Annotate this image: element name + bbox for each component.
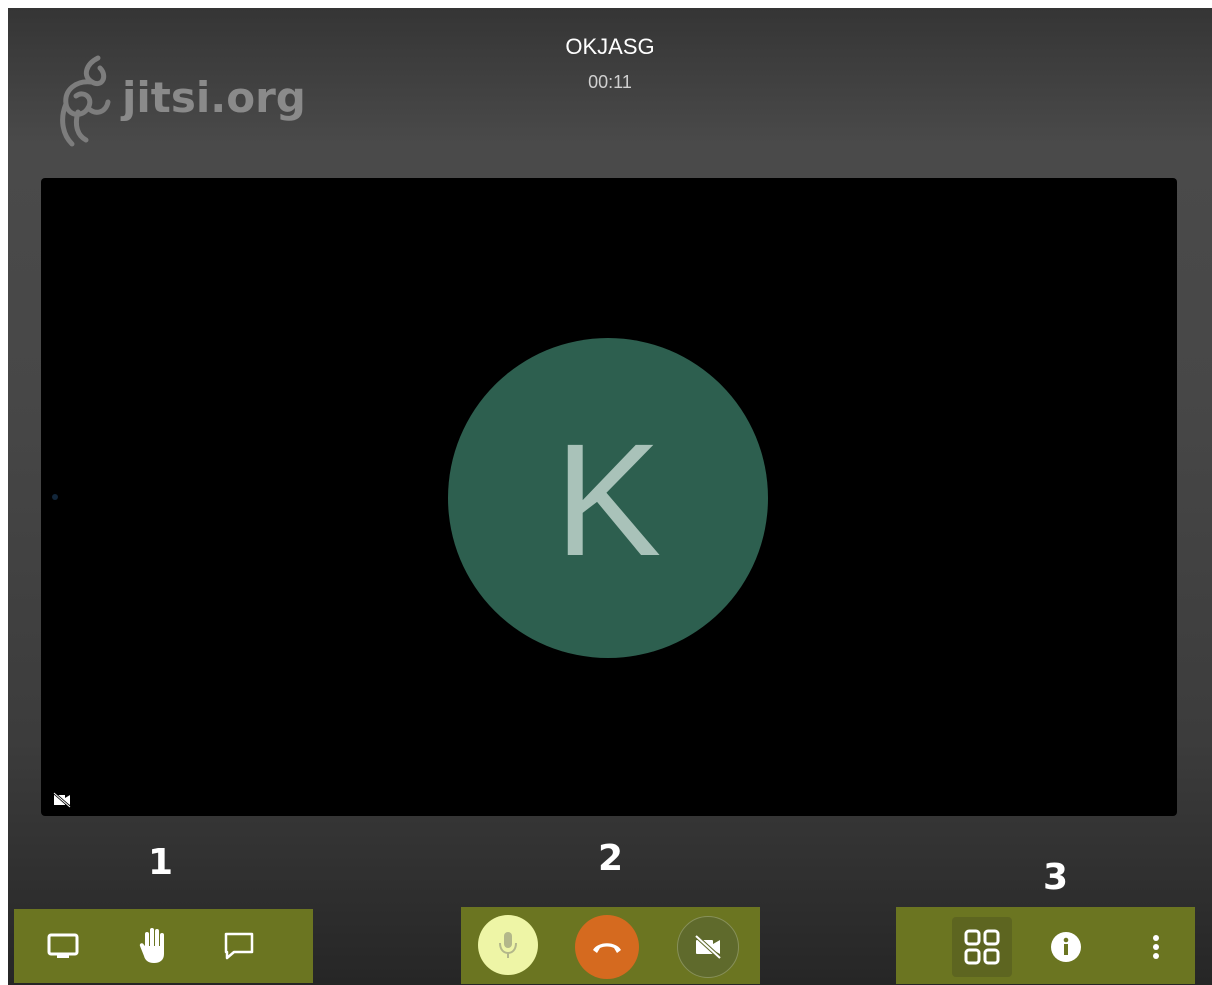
annotation-3: 3 [1043,857,1069,898]
microphone-icon [499,932,517,958]
microphone-button[interactable] [478,915,538,975]
toolbar-center-group [461,907,760,984]
annotation-1: 1 [148,842,174,883]
participant-avatar: K [448,338,768,658]
meeting-title: OKJASG [565,34,655,59]
more-options-icon [1153,935,1159,959]
hangup-icon [593,943,621,953]
tile-view-button[interactable] [952,917,1012,977]
toolbar-left-group [14,909,313,983]
meeting-window: jitsi.org OKJASG 00:11 K 1 2 3 [8,8,1212,985]
camera-toggle-button[interactable] [677,916,739,978]
hangup-button[interactable] [575,915,639,979]
info-button[interactable] [1048,929,1084,965]
connection-indicator [52,494,58,500]
meeting-timer: 00:11 [588,72,632,92]
more-options-button[interactable] [1148,929,1164,965]
chat-icon [224,932,254,960]
tile-view-icon [964,929,1000,965]
info-icon [1051,932,1081,962]
video-muted-icon [53,792,71,808]
screen-share-icon [47,933,79,958]
jitsi-logo[interactable]: jitsi.org [52,46,312,150]
annotation-2: 2 [598,838,624,879]
avatar-initial: K [554,410,662,589]
raise-hand-icon [139,928,164,963]
large-video[interactable]: K [41,178,1177,816]
screen-share-button[interactable] [44,927,82,965]
chat-button[interactable] [220,927,258,965]
jitsi-logo-icon [60,55,111,147]
camera-off-icon [694,934,722,960]
toolbar-right-group [896,907,1195,984]
raise-hand-button[interactable] [134,923,174,967]
